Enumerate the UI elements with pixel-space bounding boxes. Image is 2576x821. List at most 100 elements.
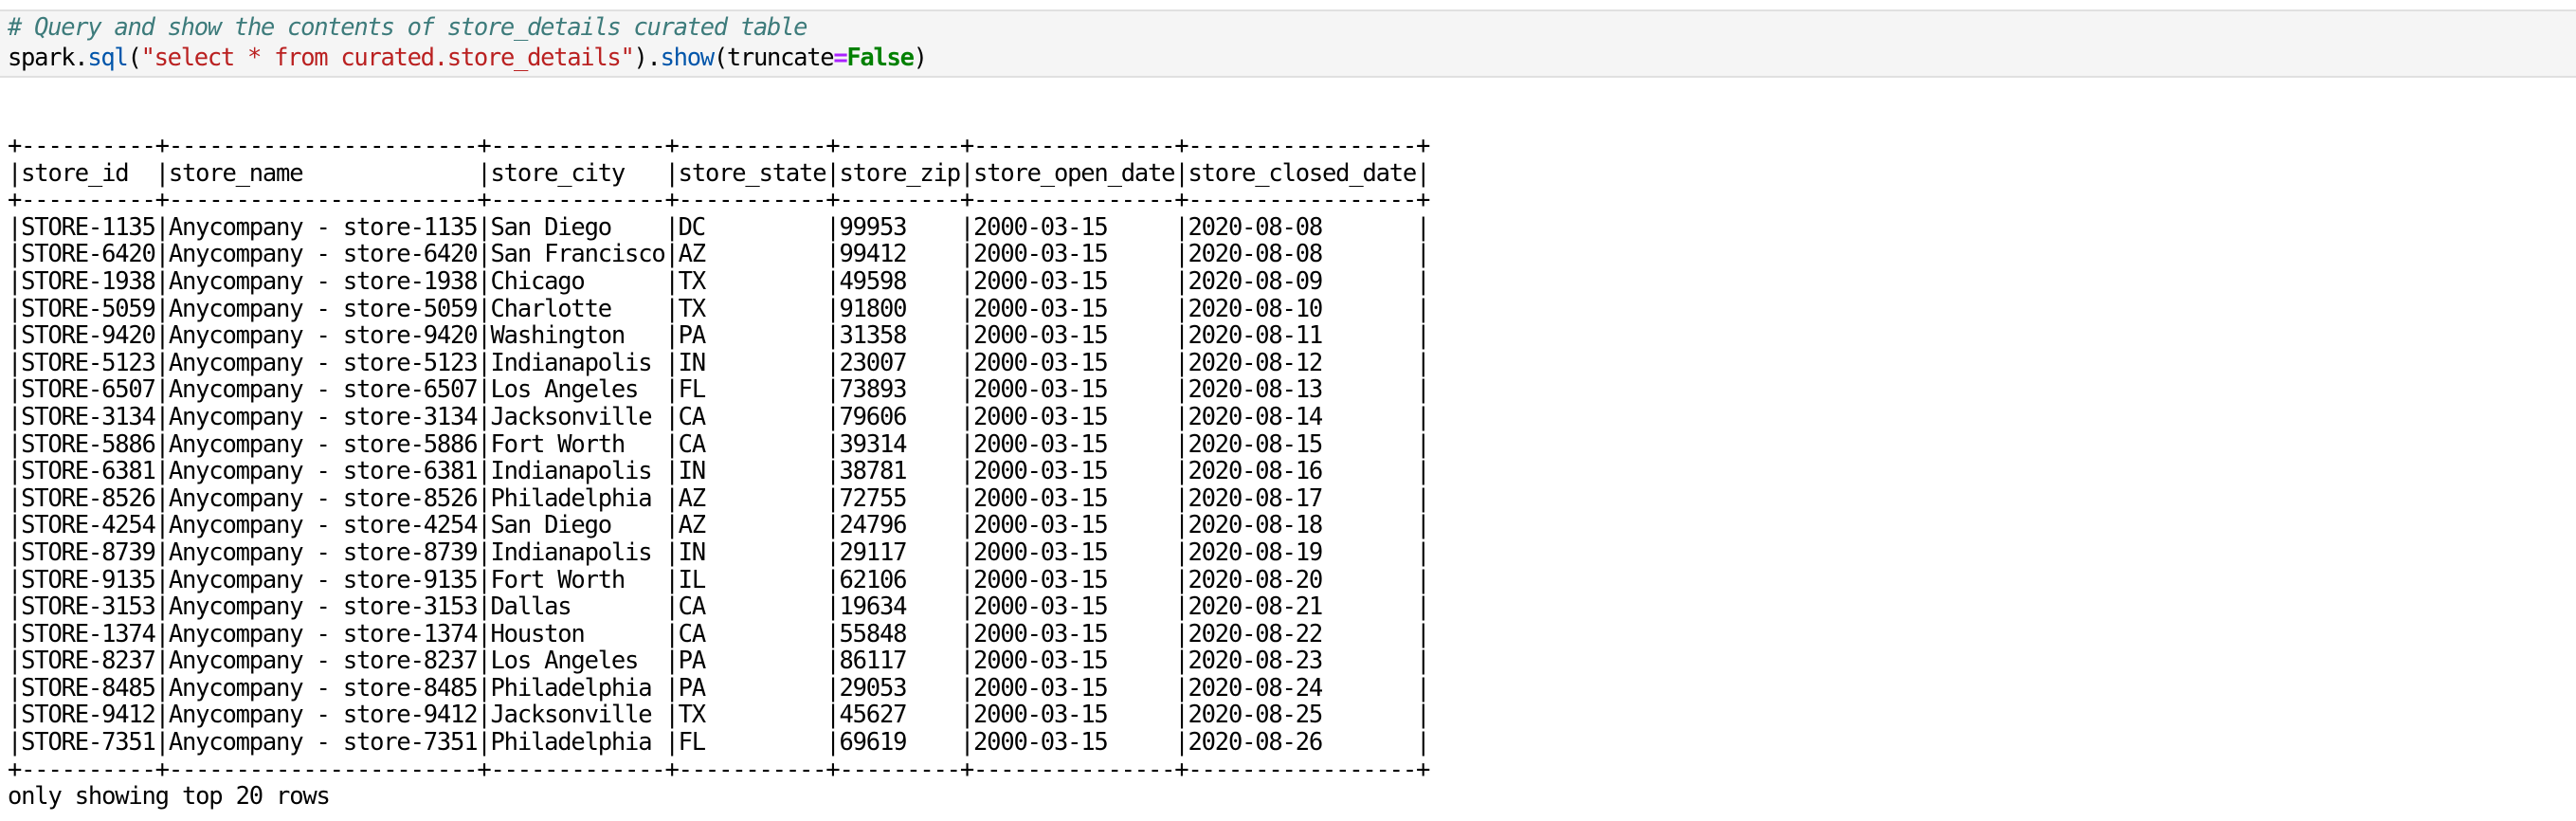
table-cell: 2000-03-15 bbox=[973, 647, 1109, 676]
table-cell: Anycompany - store-1135 bbox=[168, 212, 479, 242]
table-row: |STORE-1374|Anycompany - store-1374|Hous… bbox=[8, 619, 1430, 648]
table-header: |store_id |store_name |store_city |store… bbox=[8, 158, 1430, 188]
table-cell: STORE-1135 bbox=[21, 212, 156, 242]
table-cell: Anycompany - store-5886 bbox=[168, 429, 479, 459]
code-cell[interactable]: # Query and show the contents of store_d… bbox=[0, 9, 2576, 78]
table-cell: Dallas bbox=[490, 593, 572, 622]
table-cell: 2000-03-15 bbox=[973, 701, 1109, 730]
code-comment: # Query and show the contents of store_d… bbox=[8, 13, 807, 42]
table-cell: TX bbox=[678, 266, 707, 296]
table-cell: 39314 bbox=[839, 429, 908, 459]
table-cell: Anycompany - store-8485 bbox=[168, 673, 479, 702]
table-cell: 2020-08-08 bbox=[1188, 212, 1323, 242]
table-cell: 29053 bbox=[839, 673, 908, 702]
table-row: |STORE-9135|Anycompany - store-9135|Fort… bbox=[8, 565, 1430, 594]
table-cell: 2020-08-08 bbox=[1188, 240, 1323, 269]
table-cell: Anycompany - store-9412 bbox=[168, 701, 479, 730]
table-cell: Anycompany - store-6381 bbox=[168, 457, 479, 486]
table-cell: 45627 bbox=[839, 701, 908, 730]
table-cell: STORE-6381 bbox=[21, 457, 156, 486]
table-cell: STORE-5886 bbox=[21, 429, 156, 459]
code-token: = bbox=[833, 44, 847, 72]
table-cell: 2000-03-15 bbox=[973, 266, 1109, 296]
table-cell: 2020-08-10 bbox=[1188, 294, 1323, 323]
table-cell: Anycompany - store-8526 bbox=[168, 483, 479, 513]
table-row: |STORE-9420|Anycompany - store-9420|Wash… bbox=[8, 321, 1430, 351]
table-cell: 29117 bbox=[839, 538, 908, 567]
table-cell: 24796 bbox=[839, 511, 908, 540]
table-cell: STORE-7351 bbox=[21, 728, 156, 757]
table-cell: 31358 bbox=[839, 321, 908, 351]
table-row: |STORE-5059|Anycompany - store-5059|Char… bbox=[8, 294, 1430, 323]
table-cell: 2000-03-15 bbox=[973, 511, 1109, 540]
table-cell: Anycompany - store-8739 bbox=[168, 538, 479, 567]
table-cell: 2020-08-09 bbox=[1188, 266, 1324, 296]
table-cell: Fort Worth bbox=[490, 429, 626, 459]
table-cell: STORE-9412 bbox=[21, 701, 156, 730]
table-cell: 2000-03-15 bbox=[973, 240, 1109, 269]
table-border: +----------+-----------------------+----… bbox=[8, 755, 1430, 784]
table-cell: Anycompany - store-6420 bbox=[168, 240, 479, 269]
table-cell: 23007 bbox=[839, 348, 908, 377]
table-cell: 72755 bbox=[839, 483, 908, 513]
table-cell: Fort Worth bbox=[490, 565, 626, 594]
table-cell: 2000-03-15 bbox=[973, 348, 1109, 377]
table-cell: 2020-08-25 bbox=[1188, 701, 1323, 730]
column-header: store_city bbox=[490, 158, 626, 188]
table-cell: DC bbox=[678, 212, 707, 242]
table-cell: 2020-08-15 bbox=[1188, 429, 1324, 459]
table-cell: 2000-03-15 bbox=[973, 321, 1109, 351]
cell-output: +----------+-----------------------+----… bbox=[8, 133, 1430, 811]
table-cell: Jacksonville bbox=[490, 402, 653, 431]
table-cell: Indianapolis bbox=[490, 457, 653, 486]
table-cell: 2020-08-14 bbox=[1188, 402, 1323, 431]
table-cell: STORE-1938 bbox=[21, 266, 156, 296]
table-cell: San Diego bbox=[490, 511, 613, 540]
table-row: |STORE-8485|Anycompany - store-8485|Phil… bbox=[8, 673, 1430, 702]
table-row: |STORE-4254|Anycompany - store-4254|San … bbox=[8, 511, 1430, 540]
table-row: |STORE-8526|Anycompany - store-8526|Phil… bbox=[8, 483, 1430, 513]
table-cell: 91800 bbox=[839, 294, 908, 323]
table-cell: FL bbox=[678, 375, 707, 405]
table-cell: Anycompany - store-3153 bbox=[168, 593, 479, 622]
code-token: sql bbox=[87, 44, 128, 72]
table-cell: 79606 bbox=[839, 402, 908, 431]
table-cell: STORE-3153 bbox=[21, 593, 156, 622]
table-border: +----------+-----------------------+----… bbox=[8, 186, 1430, 215]
code-token: ) bbox=[913, 44, 928, 72]
table-cell: 2000-03-15 bbox=[973, 593, 1109, 622]
table-cell: 2020-08-18 bbox=[1188, 511, 1323, 540]
table-cell: STORE-3134 bbox=[21, 402, 156, 431]
table-cell: 19634 bbox=[839, 593, 908, 622]
column-header: store_state bbox=[678, 158, 827, 188]
table-cell: 62106 bbox=[839, 565, 908, 594]
table-cell: IL bbox=[678, 565, 707, 594]
code-token: (truncate bbox=[713, 44, 835, 72]
table-cell: FL bbox=[678, 728, 707, 757]
table-row: |STORE-6507|Anycompany - store-6507|Los … bbox=[8, 375, 1430, 405]
table-cell: STORE-6420 bbox=[21, 240, 156, 269]
code-token: "select * from curated.store_details" bbox=[140, 44, 635, 72]
table-cell: CA bbox=[678, 402, 707, 431]
table-cell: Indianapolis bbox=[490, 538, 653, 567]
table-cell: 2000-03-15 bbox=[973, 483, 1109, 513]
table-row: |STORE-1135|Anycompany - store-1135|San … bbox=[8, 212, 1430, 242]
table-cell: Houston bbox=[490, 619, 586, 648]
table-cell: Chicago bbox=[490, 266, 586, 296]
table-cell: 2020-08-16 bbox=[1188, 457, 1323, 486]
table-cell: 2020-08-23 bbox=[1188, 647, 1324, 676]
table-cell: CA bbox=[678, 619, 707, 648]
table-cell: 2020-08-12 bbox=[1188, 348, 1323, 377]
table-cell: AZ bbox=[678, 483, 707, 513]
table-cell: 2020-08-21 bbox=[1188, 593, 1324, 622]
table-cell: 2000-03-15 bbox=[973, 429, 1109, 459]
table-cell: STORE-8739 bbox=[21, 538, 156, 567]
table-cell: Charlotte bbox=[490, 294, 613, 323]
table-cell: PA bbox=[678, 673, 707, 702]
table-cell: Anycompany - store-9420 bbox=[168, 321, 479, 351]
table-cell: 2000-03-15 bbox=[973, 294, 1109, 323]
table-cell: CA bbox=[678, 429, 707, 459]
table-cell: AZ bbox=[678, 240, 707, 269]
table-cell: 69619 bbox=[839, 728, 908, 757]
table-cell: 86117 bbox=[839, 647, 908, 676]
